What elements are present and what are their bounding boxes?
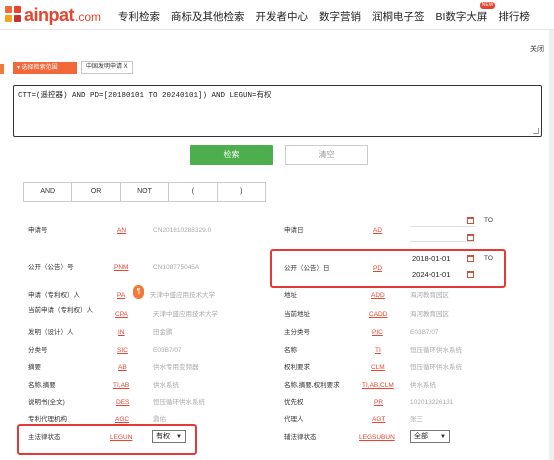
op-rparen-button[interactable]: )	[218, 183, 265, 201]
field-label: 名称,摘要,权利要求	[284, 382, 340, 389]
field-label: 申请（专利权）人	[28, 292, 80, 299]
select-scope-button[interactable]: ▾ 选择检索范围	[13, 62, 77, 74]
field-label: 申请日	[284, 227, 304, 234]
nav-e-signature[interactable]: 润桐电子签	[372, 9, 425, 24]
sub-legal-status-select[interactable]: 全部 ▼	[410, 430, 450, 443]
field-value[interactable]: 海河教育园区	[410, 290, 449, 302]
field-label: 名称,摘要	[28, 382, 56, 389]
field-code-pic[interactable]: PIC	[372, 327, 383, 339]
top-navigation-bar: ainpat .com 专利检索 商标及其他检索 开发者中心 数字营销 润桐电子…	[0, 0, 554, 30]
resize-handle-icon[interactable]	[533, 128, 539, 134]
field-code-cadd[interactable]: CADD	[369, 309, 387, 321]
date-input-line	[410, 241, 475, 242]
scrollbar[interactable]	[549, 30, 554, 460]
field-value[interactable]: 恒压循环供水系统	[153, 397, 205, 409]
field-value[interactable]: 海河教育园区	[410, 309, 449, 321]
logo[interactable]: ainpat .com	[5, 4, 101, 26]
info-icon[interactable]: ¶	[133, 285, 144, 299]
highlight-box	[270, 249, 506, 288]
highlight-box	[17, 424, 197, 455]
field-label: 地址	[284, 292, 297, 299]
field-code-tiab[interactable]: TI,AB	[113, 380, 129, 392]
field-label: 摘要	[28, 364, 41, 371]
field-value[interactable]: E03B7/07	[410, 327, 439, 339]
new-badge: NEW	[479, 2, 496, 9]
field-label: 优先权	[284, 399, 304, 406]
nav-patent-search[interactable]: 专利检索	[118, 9, 160, 24]
nav-bi-screen-label: BI数字大屏	[435, 11, 488, 23]
calendar-icon[interactable]	[467, 217, 474, 224]
field-code-clm[interactable]: CLM	[371, 362, 385, 374]
field-code-ab[interactable]: AB	[118, 362, 127, 374]
field-code-add[interactable]: ADD	[371, 290, 385, 302]
date-input-line	[410, 226, 475, 227]
chevron-down-icon: ▼	[440, 434, 446, 440]
field-label: 公开（公告）号	[28, 264, 74, 271]
field-label: 主分类号	[284, 329, 310, 336]
main-nav: 专利检索 商标及其他检索 开发者中心 数字营销 润桐电子签 BI数字大屏 NEW …	[118, 2, 541, 24]
sub-legal-status-value: 全部	[414, 433, 428, 440]
field-value[interactable]: 张三	[410, 414, 423, 426]
query-text: CTT=(遥控器) AND PD=[20180101 TO 20240101])…	[18, 92, 272, 100]
op-or-button[interactable]: OR	[72, 183, 121, 201]
field-value[interactable]: 恒压循环供水系统	[410, 345, 462, 357]
to-label: TO	[484, 217, 493, 224]
nav-ranking[interactable]: 排行榜	[498, 9, 530, 24]
field-code-ti[interactable]: TI	[375, 345, 381, 357]
field-code-agt[interactable]: AGT	[372, 414, 385, 426]
field-code-tiabclm[interactable]: TI,AB,CLM	[362, 380, 394, 392]
field-value[interactable]: 供水系统	[153, 380, 179, 392]
field-value[interactable]: 供水专用变频器	[153, 362, 199, 374]
field-code-legsubun[interactable]: LEGSUBUN	[359, 432, 395, 444]
op-not-button[interactable]: NOT	[121, 183, 170, 201]
query-textarea[interactable]: CTT=(遥控器) AND PD=[20180101 TO 20240101])…	[13, 85, 542, 137]
field-label: 分类号	[28, 347, 48, 354]
field-value[interactable]: E03B7/07	[153, 345, 182, 357]
field-label: 权利要求	[284, 364, 310, 371]
field-value[interactable]: 天津中盛应用技术大学	[150, 290, 215, 302]
search-button[interactable]: 检索	[190, 145, 273, 165]
field-label: 辅法律状态	[284, 434, 317, 441]
clear-button[interactable]: 清空	[285, 145, 368, 165]
close-button[interactable]: 关闭	[530, 44, 544, 54]
field-code-ad[interactable]: AD	[373, 225, 382, 237]
brand-suffix: .com	[75, 10, 102, 24]
nav-developer-center[interactable]: 开发者中心	[256, 9, 309, 24]
field-code-pa[interactable]: PA	[117, 290, 125, 302]
field-value[interactable]: CN108775045A	[153, 262, 199, 274]
side-accent-mark	[0, 64, 4, 74]
calendar-icon[interactable]	[467, 234, 474, 241]
field-label: 代理人	[284, 416, 304, 423]
field-code-cpa[interactable]: CPA	[115, 309, 128, 321]
logo-mark-icon	[5, 6, 23, 24]
field-label: 申请号	[28, 227, 48, 234]
field-value[interactable]: CN201810288329.0	[153, 225, 211, 237]
field-code-pnm[interactable]: PNM	[114, 262, 128, 274]
nav-trademark-search[interactable]: 商标及其他检索	[171, 9, 245, 24]
nav-digital-marketing[interactable]: 数字营销	[319, 9, 361, 24]
scope-chip[interactable]: 中国发明申请 X	[81, 61, 133, 74]
field-label: 名称	[284, 347, 297, 354]
field-value[interactable]: 供水系统	[410, 380, 436, 392]
field-code-pr[interactable]: PR	[374, 397, 383, 409]
field-value[interactable]: 恒压循环供水系统	[410, 362, 462, 374]
operator-buttons: AND OR NOT ( )	[23, 182, 266, 202]
field-code-an[interactable]: AN	[117, 225, 126, 237]
brand-name: ainpat	[24, 4, 75, 25]
field-value[interactable]: 102013226131	[410, 397, 453, 409]
field-value[interactable]: 天津中盛应用技术大学	[153, 309, 218, 321]
field-code-des[interactable]: DES	[116, 397, 129, 409]
field-label: 说明书(全文)	[28, 399, 65, 406]
field-label: 发明（设计）人	[28, 329, 74, 336]
field-code-sic[interactable]: SIC	[117, 345, 128, 357]
nav-bi-screen[interactable]: BI数字大屏 NEW	[435, 2, 496, 24]
op-lparen-button[interactable]: (	[169, 183, 218, 201]
op-and-button[interactable]: AND	[24, 183, 73, 201]
field-label: 当前地址	[284, 311, 310, 318]
field-label: 当前申请（专利权）人	[28, 307, 93, 314]
field-value[interactable]: 田金鹏	[153, 327, 173, 339]
field-code-in[interactable]: IN	[118, 327, 125, 339]
